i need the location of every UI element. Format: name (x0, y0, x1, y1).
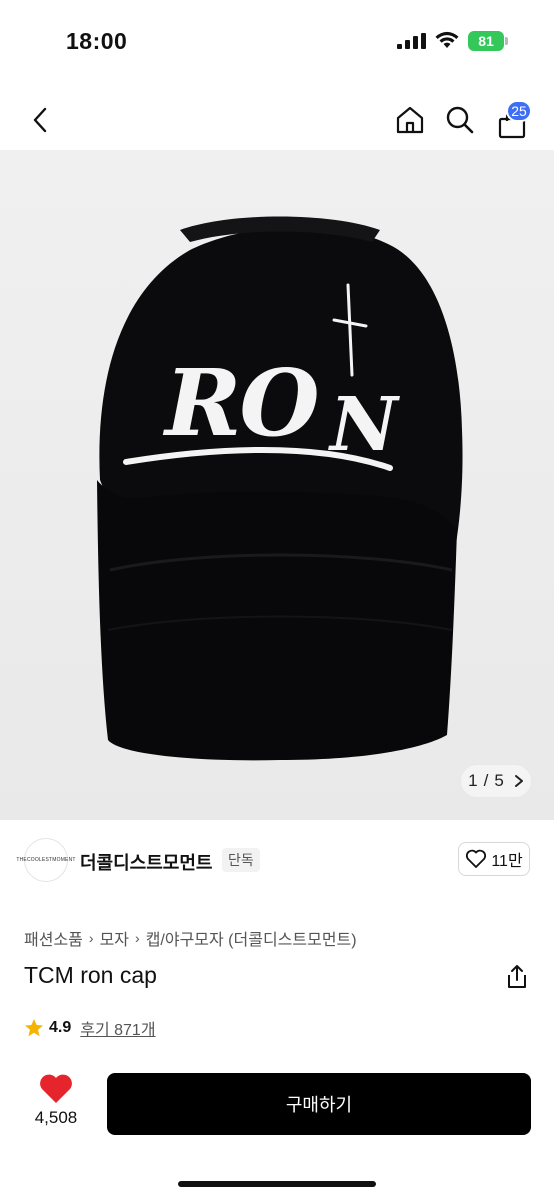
page-separator: / (483, 771, 489, 790)
chevron-right-icon (514, 775, 523, 787)
wishlist-count: 4,508 (34, 1108, 78, 1127)
brand-name[interactable]: 더콜디스트모먼트 (80, 849, 212, 875)
status-time: 18:00 (66, 28, 128, 54)
share-button[interactable] (505, 964, 529, 990)
product-title: TCM ron cap (24, 962, 157, 988)
bottom-action-bar: 4,508 구매하기 (0, 1062, 554, 1162)
top-nav: 25 (0, 90, 554, 150)
wifi-icon (435, 31, 459, 48)
search-icon (446, 106, 474, 134)
breadcrumb-item[interactable]: 캡/야구모자 (더콜디스트모먼트) (146, 926, 357, 950)
status-bar: 18:00 81 (0, 0, 554, 80)
brand-like-button[interactable]: 11만 (458, 842, 530, 876)
breadcrumb-item[interactable]: 패션소품 (24, 926, 83, 950)
product-image-carousel[interactable]: RO N (0, 150, 554, 820)
cart-button[interactable]: 25 (492, 90, 532, 150)
breadcrumb: 패션소품 › 모자 › 캡/야구모자 (더콜디스트모먼트) (24, 926, 357, 950)
brand-row: THECOOLESTMOMENT 더콜디스트모먼트 단독 11만 (0, 836, 554, 886)
share-icon (508, 965, 526, 988)
brand-like-count: 11만 (491, 853, 523, 870)
rating-row: 4.9 후기 871개 (24, 1016, 156, 1040)
cap-embroidery-text: RO (162, 349, 319, 457)
back-button[interactable] (20, 90, 60, 150)
cellular-signal-icon (397, 33, 426, 49)
black-baseball-cap-image: RO N (97, 216, 463, 761)
buy-button[interactable]: 구매하기 (107, 1073, 531, 1135)
home-button[interactable] (390, 90, 430, 150)
chevron-left-icon (33, 107, 47, 133)
page-total: 5 (494, 771, 504, 790)
page-current: 1 (468, 771, 478, 790)
rating-value: 4.9 (49, 1019, 72, 1036)
home-indicator (178, 1181, 376, 1187)
battery-icon: 81 (468, 31, 508, 51)
review-count-link[interactable]: 후기 871개 (80, 1016, 155, 1040)
battery-level: 81 (478, 33, 494, 49)
breadcrumb-item[interactable]: 모자 (100, 926, 129, 950)
search-button[interactable] (440, 90, 480, 150)
chevron-right-icon: › (88, 930, 94, 946)
star-icon (25, 1019, 43, 1037)
cart-count-badge: 25 (506, 100, 532, 122)
exclusive-badge: 단독 (222, 848, 260, 872)
brand-logo-text: THECOOLESTMOMENT (16, 857, 76, 863)
heart-filled-icon (40, 1074, 72, 1103)
heart-outline-icon (466, 849, 487, 868)
chevron-right-icon: › (135, 930, 140, 946)
image-page-indicator[interactable]: 1 / 5 (460, 764, 532, 798)
brand-logo[interactable]: THECOOLESTMOMENT (16, 838, 75, 882)
svg-text:N: N (328, 382, 400, 468)
home-icon (396, 106, 424, 134)
